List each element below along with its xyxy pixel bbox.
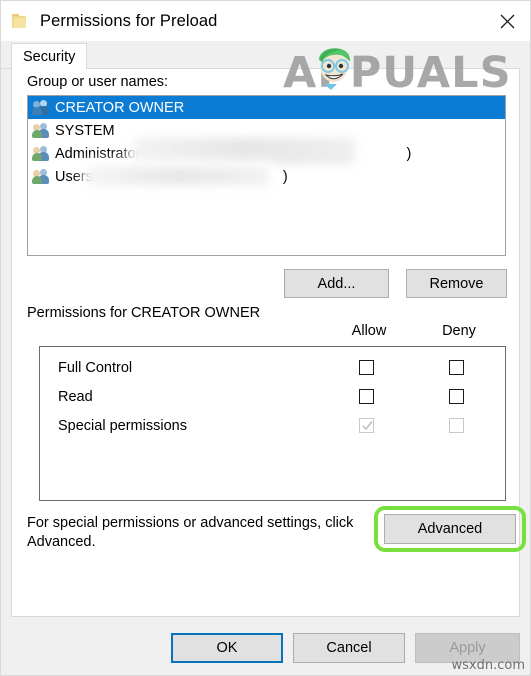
list-item-label: Administrators ( <box>55 145 157 162</box>
redacted-account-name <box>134 138 354 164</box>
permissions-list: Full Control Read Special permissions <box>39 346 506 501</box>
checkbox-deny-read[interactable] <box>449 389 464 404</box>
redacted-account-name <box>88 167 268 185</box>
list-item-label: SYSTEM <box>55 122 115 139</box>
permission-row-label: Special permissions <box>58 417 187 434</box>
list-item[interactable]: Users ) <box>28 165 505 188</box>
close-icon[interactable] <box>484 1 530 41</box>
group-names-label: Group or user names: <box>27 74 169 90</box>
remove-button-label: Remove <box>429 275 484 292</box>
ok-button-label: OK <box>216 640 238 656</box>
remove-button[interactable]: Remove <box>406 269 507 298</box>
group-users-icon <box>32 145 50 162</box>
permissions-heading: Permissions for CREATOR OWNER <box>27 305 261 321</box>
permission-row: Read <box>40 382 505 411</box>
permissions-dialog: Permissions for Preload Security Group o… <box>0 0 531 676</box>
cancel-button-label: Cancel <box>326 640 372 656</box>
checkbox-deny-full-control[interactable] <box>449 360 464 375</box>
security-tab-page: Group or user names: CREATOR OWNER SYSTE… <box>11 69 526 617</box>
list-item-label: Users <box>55 168 93 185</box>
column-header-deny: Deny <box>442 323 476 339</box>
permission-row-label: Read <box>58 388 93 405</box>
permission-row: Special permissions <box>40 411 505 440</box>
wsxdn-watermark: wsxdn.com <box>451 658 526 673</box>
add-button-label: Add... <box>317 275 356 292</box>
permission-row-label: Full Control <box>58 359 133 376</box>
checkbox-allow-special-permissions <box>359 418 374 433</box>
ok-button[interactable]: OK <box>171 633 283 663</box>
list-item[interactable]: SYSTEM <box>28 119 505 142</box>
apply-button-label: Apply <box>449 640 486 656</box>
column-header-allow: Allow <box>351 323 387 339</box>
checkbox-allow-read[interactable] <box>359 389 374 404</box>
group-users-icon <box>32 99 50 116</box>
permission-row: Full Control <box>40 353 505 382</box>
tab-security-label: Security <box>23 48 76 65</box>
advanced-hint-text: For special permissions or advanced sett… <box>27 515 354 550</box>
folder-icon <box>12 14 28 28</box>
group-or-user-names-list[interactable]: CREATOR OWNER SYSTEM Administrators ( ) <box>27 95 506 256</box>
list-item-label: CREATOR OWNER <box>55 99 185 116</box>
tab-strip: Security <box>1 41 530 69</box>
window-title: Permissions for Preload <box>40 11 218 30</box>
advanced-button-group: Advanced <box>374 506 526 552</box>
checkbox-allow-full-control[interactable] <box>359 360 374 375</box>
list-item[interactable]: CREATOR OWNER <box>28 96 505 119</box>
cancel-button[interactable]: Cancel <box>293 633 405 663</box>
advanced-button[interactable]: Advanced <box>384 514 516 544</box>
advanced-button-label: Advanced <box>417 521 483 537</box>
tab-security[interactable]: Security <box>11 43 88 69</box>
list-item[interactable]: Administrators ( ) <box>28 138 505 165</box>
list-item-suffix: ) <box>282 168 288 185</box>
add-button[interactable]: Add... <box>284 269 389 298</box>
list-item-suffix: ) <box>406 145 412 162</box>
check-icon <box>362 421 373 431</box>
title-bar: Permissions for Preload <box>1 1 530 41</box>
checkbox-deny-special-permissions <box>449 418 464 433</box>
group-users-icon <box>32 122 50 139</box>
group-users-icon <box>32 168 50 185</box>
